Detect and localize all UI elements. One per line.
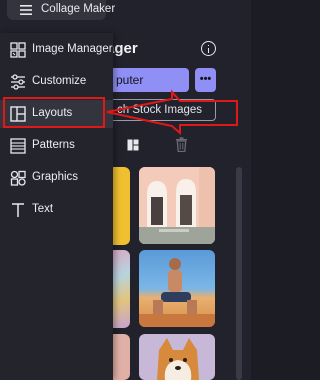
grid-view-icon[interactable] (127, 139, 139, 151)
menu-label: Graphics (32, 171, 79, 183)
menu-label: Image Manager (32, 43, 113, 55)
menu-label: Patterns (32, 139, 75, 151)
search-stock-images-button[interactable]: ch Stock Images (96, 99, 216, 121)
sliders-icon (11, 74, 25, 90)
scrollbar[interactable] (236, 167, 242, 380)
thumbnail-man-on-beach[interactable] (139, 250, 215, 327)
side-menu: Image Manager Customize Layouts Patterns (0, 33, 113, 380)
trash-icon[interactable] (175, 137, 188, 152)
menu-item-text[interactable]: Text (0, 196, 113, 224)
menu-item-graphics[interactable]: Graphics (0, 164, 113, 192)
more-options-button[interactable]: ••• (195, 68, 216, 92)
pattern-icon (10, 138, 26, 154)
thumbnail-shiba-dog[interactable] (139, 334, 215, 380)
app-title-bar[interactable]: Collage Maker (7, 0, 115, 20)
thumbnail-pink-building[interactable] (139, 167, 215, 244)
menu-label: Text (32, 203, 54, 215)
hamburger-icon[interactable] (20, 5, 32, 15)
menu-item-image-manager[interactable]: Image Manager (0, 36, 113, 64)
text-icon (12, 203, 24, 217)
info-icon[interactable] (201, 41, 216, 56)
image-manager-icon (10, 42, 26, 58)
menu-label: Customize (32, 75, 87, 87)
annotation-highlight-box (3, 97, 105, 128)
menu-item-customize[interactable]: Customize (0, 68, 113, 96)
shapes-icon (10, 170, 26, 186)
menu-item-patterns[interactable]: Patterns (0, 132, 113, 160)
app-title: Collage Maker (41, 3, 116, 15)
